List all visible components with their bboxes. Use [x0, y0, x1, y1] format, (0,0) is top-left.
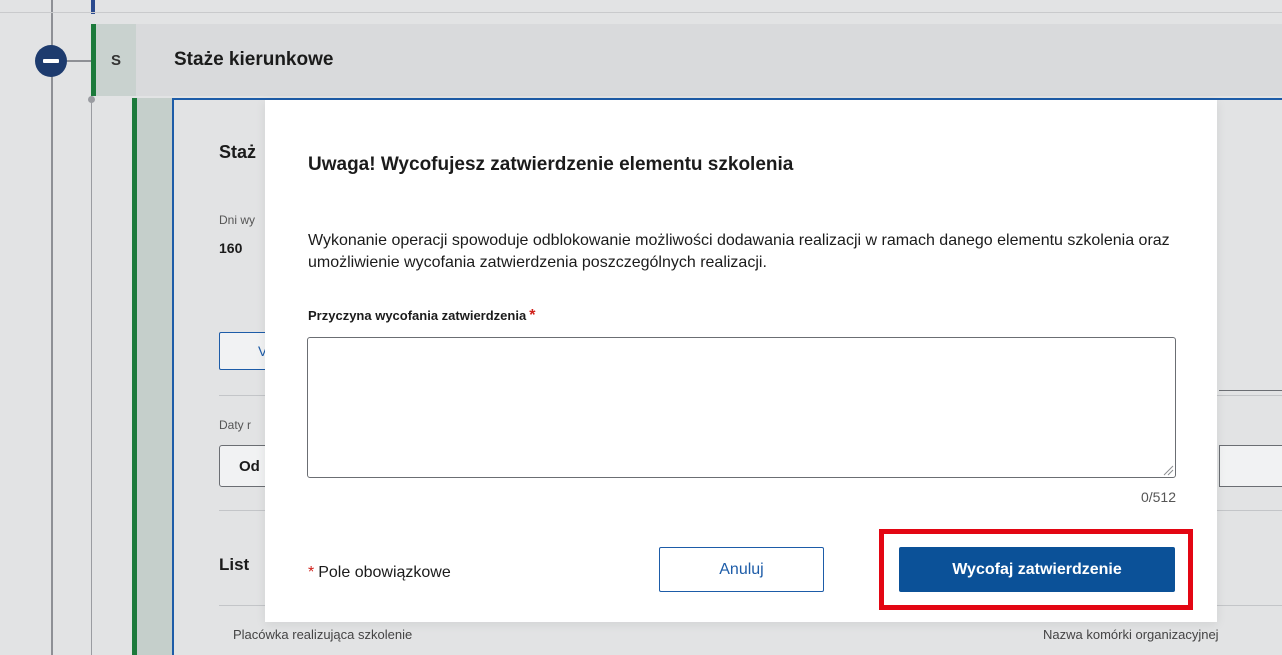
dates-label: Daty r: [219, 418, 252, 432]
card-title: Staż: [219, 142, 257, 162]
section-title: Staże kierunkowe: [174, 49, 334, 70]
reason-textarea[interactable]: [307, 337, 1176, 478]
divider: [0, 12, 1282, 13]
dialog-title: Uwaga! Wycofujesz zatwierdzenie elementu…: [308, 154, 794, 175]
minus-icon: [43, 59, 59, 63]
column-header-facility: Placówka realizująca szkolenie: [233, 627, 413, 642]
required-note-text: Pole obowiązkowe: [318, 564, 451, 581]
tree-connector: [67, 60, 91, 62]
tree-node-dot: [88, 96, 95, 103]
tree-line: [91, 98, 92, 655]
divider: [1219, 390, 1282, 391]
dates-select-secondary[interactable]: [1219, 445, 1282, 487]
days-value: 160: [219, 240, 243, 256]
withdraw-approval-button[interactable]: Wycofaj zatwierdzenie: [899, 547, 1175, 592]
required-fields-note: * Pole obowiązkowe: [308, 564, 451, 582]
section-letter: S: [96, 24, 136, 96]
dialog-description: Wykonanie operacji spowoduje odblokowani…: [308, 232, 1170, 271]
required-asterisk: *: [529, 307, 536, 324]
withdraw-approval-dialog: Uwaga! Wycofujesz zatwierdzenie elementu…: [265, 100, 1217, 622]
section-header[interactable]: S Staże kierunkowe: [91, 24, 1282, 96]
reason-label: Przyczyna wycofania zatwierdzenia *: [308, 307, 535, 325]
inner-status-bar: [132, 98, 137, 655]
list-title: List: [219, 555, 250, 574]
reason-label-text: Przyczyna wycofania zatwierdzenia: [308, 308, 527, 323]
character-counter: 0/512: [1140, 489, 1176, 505]
required-asterisk: *: [308, 564, 315, 581]
collapse-button[interactable]: [35, 45, 67, 77]
days-label: Dni wy: [219, 213, 256, 227]
column-header-unit: Nazwa komórki organizacyjnej: [1043, 627, 1219, 642]
cancel-button[interactable]: Anuluj: [659, 547, 824, 592]
resize-grip-icon[interactable]: [1163, 465, 1174, 476]
inner-section-strip: [132, 98, 172, 655]
tree-line: [51, 0, 53, 655]
